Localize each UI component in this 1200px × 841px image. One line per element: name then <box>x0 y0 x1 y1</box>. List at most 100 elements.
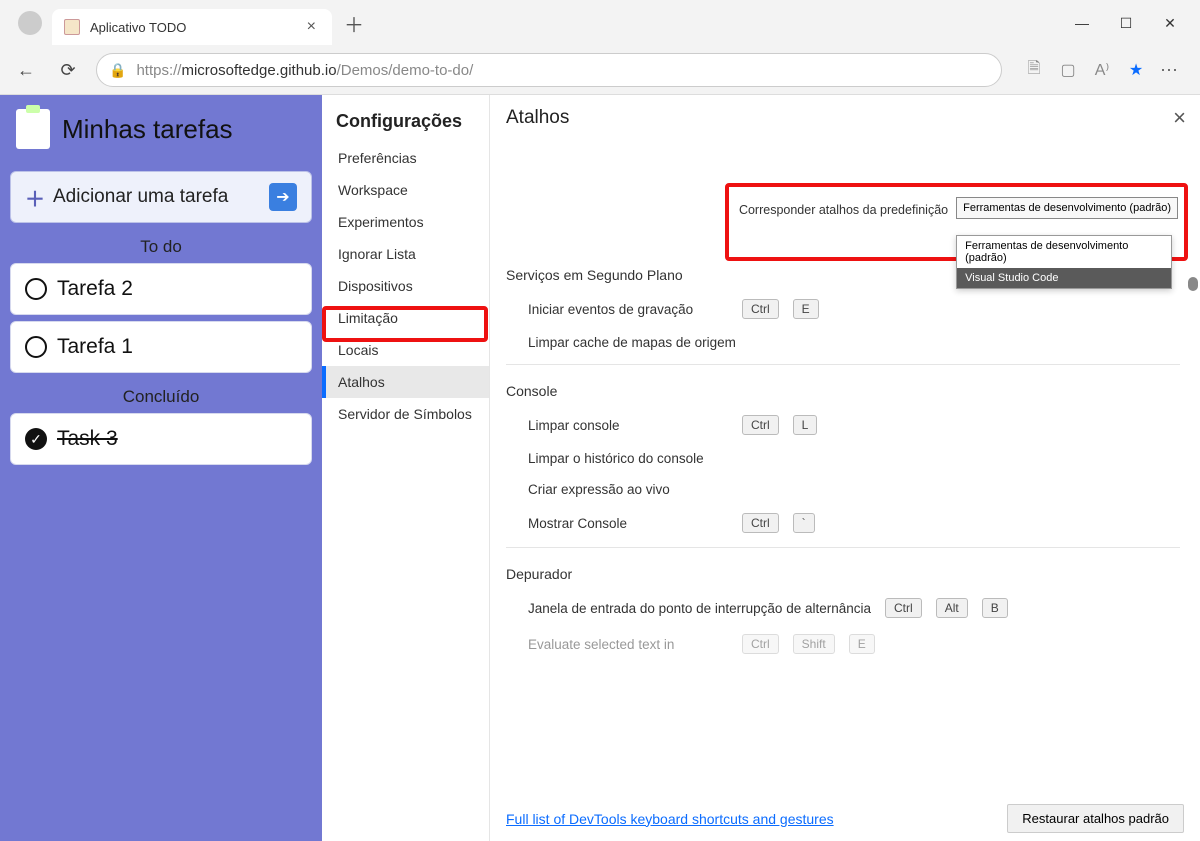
shortcut-row[interactable]: Iniciar eventos de gravação Ctrl E <box>506 291 1180 327</box>
panel-title: Atalhos <box>506 107 1180 129</box>
preset-dropdown: Ferramentas de desenvolvimento (padrão) … <box>956 235 1172 289</box>
more-menu-icon[interactable]: ⋯ <box>1160 60 1180 80</box>
profile-avatar[interactable] <box>18 11 42 35</box>
shortcut-label: Limpar console <box>528 418 728 433</box>
url-scheme: https:// <box>136 62 181 79</box>
key-badge: Ctrl <box>885 598 922 618</box>
clipboard-icon <box>16 109 50 149</box>
url-host: microsoftedge.github.io <box>181 62 336 79</box>
add-task-label: Adicionar uma tarefa <box>53 186 228 208</box>
content-area: Minhas tarefas ＋ Adicionar uma tarefa ➔ … <box>0 95 1200 841</box>
settings-sidebar: Configurações Preferências Workspace Exp… <box>322 95 490 841</box>
preset-label: Corresponder atalhos da predefinição <box>739 203 948 217</box>
task-item-done[interactable]: ✓ Task 3 <box>10 413 312 465</box>
window-controls: — ☐ ✕ <box>1072 15 1192 32</box>
full-list-link[interactable]: Full list of DevTools keyboard shortcuts… <box>506 811 834 827</box>
preset-option-vscode[interactable]: Visual Studio Code <box>957 268 1171 288</box>
shortcut-row[interactable]: Criar expressão ao vivo <box>506 474 1180 505</box>
shortcut-row[interactable]: Evaluate selected text in Ctrl Shift E <box>506 626 1180 662</box>
shortcut-row[interactable]: Limpar cache de mapas de origem <box>506 327 1180 358</box>
submit-task-button[interactable]: ➔ <box>269 183 297 211</box>
key-badge: Ctrl <box>742 299 779 319</box>
fade-overlay <box>506 767 1080 797</box>
new-tab-button[interactable]: ＋ <box>344 9 364 38</box>
app-header: Minhas tarefas <box>10 109 312 149</box>
tab-favicon-icon <box>64 19 80 35</box>
nav-ignorar-lista[interactable]: Ignorar Lista <box>322 238 489 270</box>
shortcut-label: Janela de entrada do ponto de interrupçã… <box>528 601 871 616</box>
panel-footer: Full list of DevTools keyboard shortcuts… <box>506 804 1184 833</box>
done-section-header: Concluído <box>10 387 312 407</box>
shortcut-row[interactable]: Janela de entrada do ponto de interrupçã… <box>506 590 1180 626</box>
close-tab-icon[interactable]: × <box>303 18 320 36</box>
nav-limitacao[interactable]: Limitação <box>322 302 489 334</box>
divider <box>506 547 1180 548</box>
page-icon[interactable]: 🗎 <box>1024 60 1044 80</box>
key-badge: Ctrl <box>742 634 779 654</box>
divider <box>506 364 1180 365</box>
url-path: /Demos/demo-to-do/ <box>337 62 474 79</box>
lock-icon: 🔒 <box>109 62 126 79</box>
nav-experimentos[interactable]: Experimentos <box>322 206 489 238</box>
restore-defaults-button[interactable]: Restaurar atalhos padrão <box>1007 804 1184 833</box>
key-badge: Ctrl <box>742 513 779 533</box>
settings-title: Configurações <box>322 103 489 142</box>
refresh-button[interactable]: ⟳ <box>54 56 82 84</box>
shortcut-label: Evaluate selected text in <box>528 637 728 652</box>
close-settings-icon[interactable]: × <box>1173 105 1186 131</box>
shortcut-row[interactable]: Limpar o histórico do console <box>506 443 1180 474</box>
favorite-star-icon[interactable]: ★ <box>1126 60 1146 80</box>
preset-select-wrapper: Ferramentas de desenvolvimento (padrão) … <box>956 197 1178 219</box>
key-badge: Ctrl <box>742 415 779 435</box>
browser-toolbar: ← ⟳ 🔒 https://microsoftedge.github.io/De… <box>0 46 1200 94</box>
section-debugger: Depurador <box>506 566 1180 582</box>
task-label: Tarefa 1 <box>57 335 133 359</box>
close-window-button[interactable]: ✕ <box>1160 15 1180 32</box>
back-button[interactable]: ← <box>12 56 40 84</box>
shortcut-label: Mostrar Console <box>528 516 728 531</box>
preset-select[interactable]: Ferramentas de desenvolvimento (padrão) <box>956 197 1178 219</box>
unchecked-circle-icon[interactable] <box>25 278 47 300</box>
nav-workspace[interactable]: Workspace <box>322 174 489 206</box>
browser-tab[interactable]: Aplicativo TODO × <box>52 9 332 45</box>
scrollbar[interactable] <box>1186 107 1200 793</box>
maximize-button[interactable]: ☐ <box>1116 15 1136 32</box>
task-label: Tarefa 2 <box>57 277 133 301</box>
shortcut-row[interactable]: Mostrar Console Ctrl ` <box>506 505 1180 541</box>
add-task-input[interactable]: ＋ Adicionar uma tarefa ➔ <box>10 171 312 223</box>
nav-atalhos[interactable]: Atalhos <box>322 366 489 398</box>
collections-icon[interactable]: ▢ <box>1058 60 1078 80</box>
settings-main: × Atalhos Corresponder atalhos da predef… <box>490 95 1200 841</box>
nav-preferencias[interactable]: Preferências <box>322 142 489 174</box>
tab-title: Aplicativo TODO <box>90 20 293 35</box>
shortcut-label: Criar expressão ao vivo <box>528 482 728 497</box>
preset-highlight-box: Corresponder atalhos da predefinição Fer… <box>725 183 1188 261</box>
preset-option-devtools[interactable]: Ferramentas de desenvolvimento (padrão) <box>957 236 1171 268</box>
nav-dispositivos[interactable]: Dispositivos <box>322 270 489 302</box>
address-bar[interactable]: 🔒 https://microsoftedge.github.io/Demos/… <box>96 53 1002 87</box>
minimize-button[interactable]: — <box>1072 15 1092 32</box>
nav-locais[interactable]: Locais <box>322 334 489 366</box>
task-item[interactable]: Tarefa 2 <box>10 263 312 315</box>
key-badge: Shift <box>793 634 835 654</box>
app-title: Minhas tarefas <box>62 114 233 145</box>
checked-circle-icon[interactable]: ✓ <box>25 428 47 450</box>
titlebar: Aplicativo TODO × ＋ — ☐ ✕ <box>0 0 1200 46</box>
key-badge: E <box>849 634 875 654</box>
scroll-thumb[interactable] <box>1188 277 1198 291</box>
unchecked-circle-icon[interactable] <box>25 336 47 358</box>
nav-servidor-simbolos[interactable]: Servidor de Símbolos <box>322 398 489 430</box>
task-label: Task 3 <box>57 427 118 451</box>
shortcut-label: Limpar o histórico do console <box>528 451 728 466</box>
key-badge: B <box>982 598 1008 618</box>
key-badge: E <box>793 299 819 319</box>
devtools-settings-panel: Configurações Preferências Workspace Exp… <box>322 95 1200 841</box>
todo-app-panel: Minhas tarefas ＋ Adicionar uma tarefa ➔ … <box>0 95 322 841</box>
toolbar-icons: 🗎 ▢ A⁾ ★ ⋯ <box>1016 60 1188 80</box>
shortcut-row[interactable]: Limpar console Ctrl L <box>506 407 1180 443</box>
browser-chrome: Aplicativo TODO × ＋ — ☐ ✕ ← ⟳ 🔒 https://… <box>0 0 1200 95</box>
todo-section-header: To do <box>10 237 312 257</box>
task-item[interactable]: Tarefa 1 <box>10 321 312 373</box>
shortcut-label: Iniciar eventos de gravação <box>528 302 728 317</box>
read-aloud-icon[interactable]: A⁾ <box>1092 60 1112 80</box>
